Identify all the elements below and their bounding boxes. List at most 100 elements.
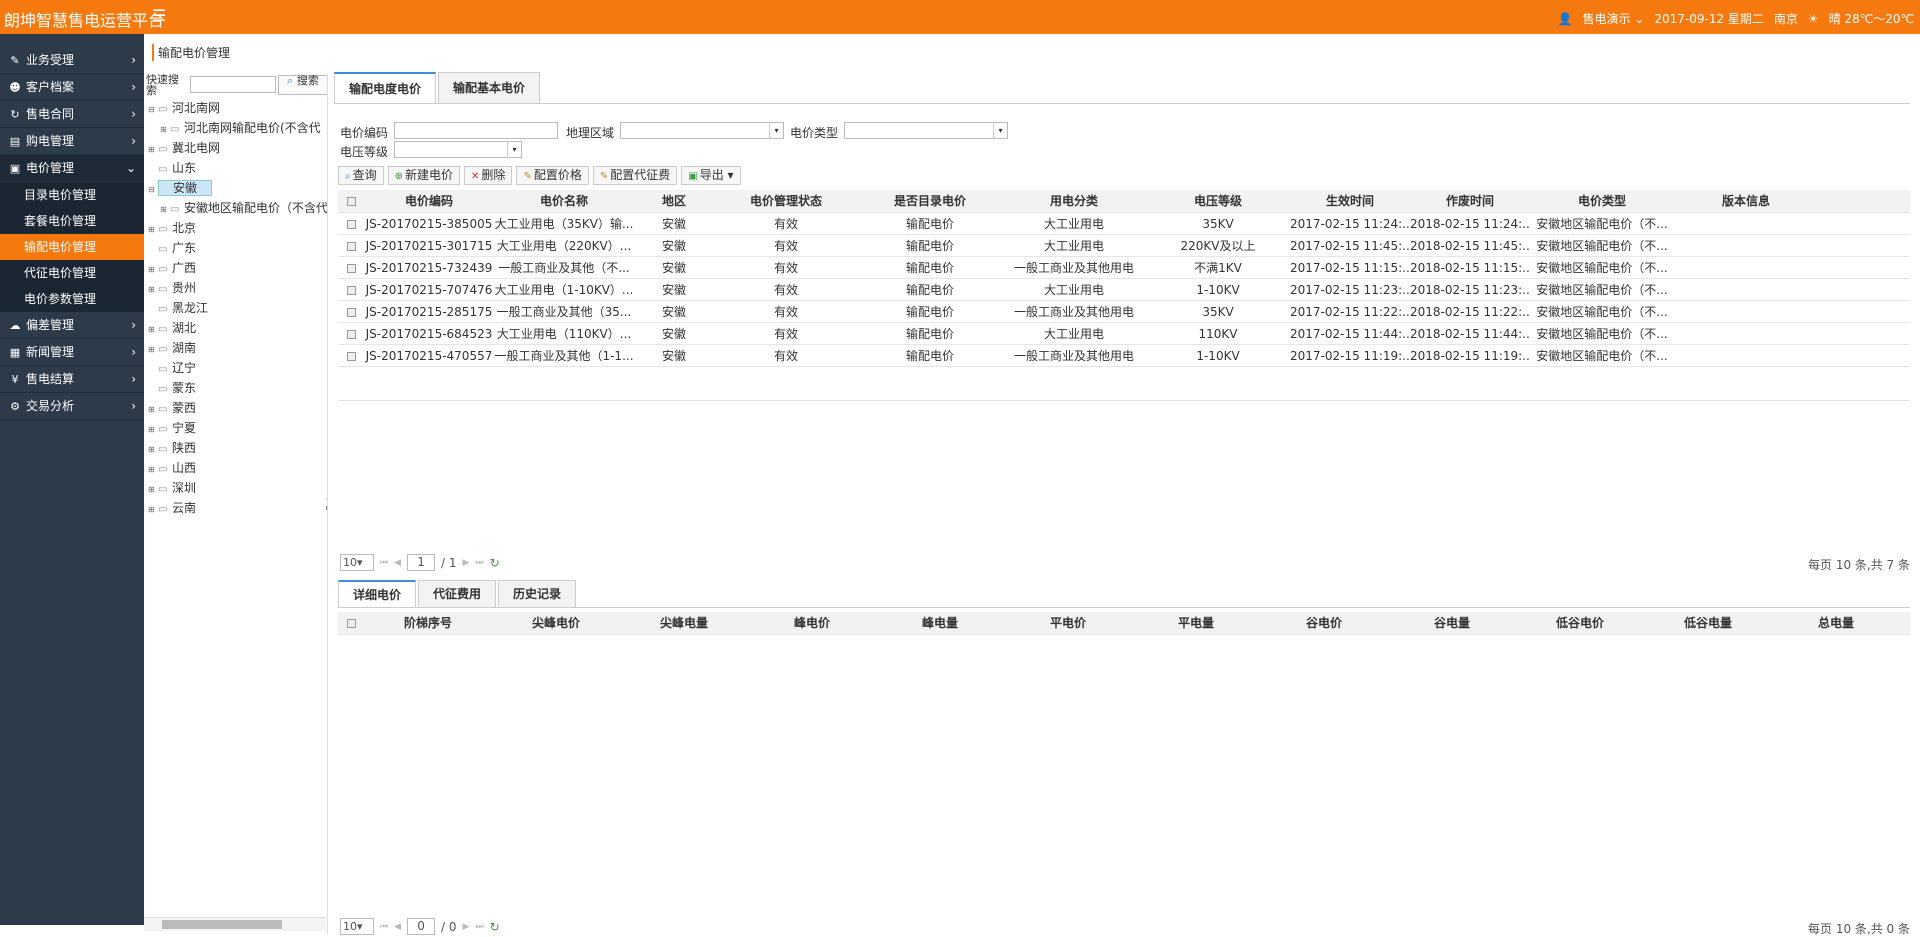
delete-button[interactable]: ✕ 删除 <box>464 166 513 185</box>
page-number-input[interactable]: 0 <box>407 918 436 935</box>
sidebar-item-analysis[interactable]: ⚙ 交易分析 › <box>0 393 144 420</box>
table-row[interactable]: JS-20170215-285175 一般工商业及其他（35... 安徽 有效 输配电价… <box>338 301 1910 323</box>
tree-node[interactable]: ⊞ ▭ 河北南网输配电价(不含代 <box>144 118 327 140</box>
sidebar-item-purchase[interactable]: ▤ 购电管理 › <box>0 128 144 155</box>
tree-node[interactable]: ⊞ ▭ 湖南 <box>144 338 327 360</box>
expand-icon[interactable]: ⊞ <box>148 340 158 360</box>
expand-icon[interactable]: ⊞ <box>148 220 158 240</box>
col-header[interactable]: 用电分类 <box>1002 190 1146 212</box>
sidebar-item-customers[interactable]: ☻ 客户档案 › <box>0 74 144 101</box>
tree-node[interactable]: ▭ 黑龙江 <box>144 298 327 318</box>
tree-node[interactable]: ⊟ ▭ 河北南网 <box>144 98 327 120</box>
export-button[interactable]: ▣ 导出 ▾ <box>681 166 741 185</box>
col-header[interactable]: 谷电价 <box>1260 612 1388 634</box>
tree-node[interactable]: ⊞ ▭ 深圳 <box>144 478 327 498</box>
first-page-icon[interactable]: ⏮ <box>380 922 388 932</box>
col-header[interactable]: 峰电价 <box>748 612 876 634</box>
select-all-checkbox[interactable] <box>346 619 356 628</box>
page-size-select[interactable]: 10▾ <box>340 554 374 571</box>
collapse-icon[interactable]: ⊟ <box>148 180 158 200</box>
voltage-level-select[interactable]: ▾ <box>394 141 522 158</box>
expand-icon[interactable]: ⊞ <box>148 320 158 340</box>
prev-page-icon[interactable]: ◀ <box>394 922 401 932</box>
col-header[interactable]: 平电量 <box>1132 612 1260 634</box>
tab-levy-fee[interactable]: 代征费用 <box>418 580 497 608</box>
tree-node[interactable]: ▭ 辽宁 <box>144 358 327 378</box>
table-row[interactable]: JS-20170215-684523 大工业用电（110KV）... 安徽 有效 输配电… <box>338 323 1910 345</box>
price-code-input[interactable] <box>394 122 558 139</box>
tree-node[interactable]: ▭ 山东 <box>144 158 327 178</box>
table-row[interactable]: JS-20170215-301715 大工业用电（220KV）... 安徽 有效 输配电… <box>338 235 1910 257</box>
tree-node-selected[interactable]: ⊟ 安徽 <box>144 178 327 200</box>
sidebar-item-business[interactable]: ✎ 业务受理 › <box>0 47 144 74</box>
expand-icon[interactable]: ⊞ <box>160 200 170 220</box>
tree-node[interactable]: ⊞ ▭ 陕西 <box>144 438 327 460</box>
tree-node[interactable]: ▭ 蒙东 <box>144 378 327 398</box>
row-checkbox[interactable] <box>346 308 356 317</box>
expand-icon[interactable]: ⊞ <box>148 460 158 480</box>
tree-node[interactable]: ⊞ ▭ 冀北电网 <box>144 138 327 160</box>
expand-icon[interactable]: ⊞ <box>160 120 170 140</box>
sidebar-item-price[interactable]: ▣ 电价管理 ⌄ <box>0 155 144 182</box>
row-checkbox[interactable] <box>346 286 356 295</box>
select-all-checkbox[interactable] <box>346 197 356 206</box>
col-header[interactable]: 平电价 <box>1004 612 1132 634</box>
col-header[interactable]: 峰电量 <box>876 612 1004 634</box>
panel-collapse-handle[interactable]: ◂▸ <box>326 494 327 534</box>
col-header[interactable]: 作废时间 <box>1410 190 1530 212</box>
tree-node[interactable]: ⊞ ▭ 广西 <box>144 258 327 278</box>
new-price-button[interactable]: ⊕ 新建电价 <box>387 166 461 185</box>
quick-search-input[interactable] <box>190 76 276 93</box>
col-header[interactable]: 版本信息 <box>1674 190 1818 212</box>
tree-node[interactable]: ⊞ ▭ 宁夏 <box>144 418 327 438</box>
next-page-icon[interactable]: ▶ <box>463 922 470 932</box>
last-page-icon[interactable]: ⏭ <box>475 922 483 932</box>
page-number-input[interactable]: 1 <box>407 554 436 571</box>
col-header[interactable]: 低谷电价 <box>1516 612 1644 634</box>
sidebar-item-contracts[interactable]: ↻ 售电合同 › <box>0 101 144 128</box>
table-row[interactable]: JS-20170215-732439 一般工商业及其他（不... 安徽 有效 输配电价 一… <box>338 257 1910 279</box>
col-header[interactable]: 阶梯序号 <box>364 612 492 634</box>
tab-history[interactable]: 历史记录 <box>498 580 577 608</box>
price-type-select[interactable]: ▾ <box>844 122 1008 139</box>
menu-toggle-icon[interactable]: ☰ <box>152 6 166 25</box>
col-header[interactable]: 尖峰电量 <box>620 612 748 634</box>
col-header[interactable]: 总电量 <box>1772 612 1900 634</box>
tree-horizontal-scrollbar[interactable] <box>144 917 326 931</box>
config-price-button[interactable]: ✎ 配置价格 <box>516 166 589 185</box>
table-row[interactable]: JS-20170215-385005 大工业用电（35KV）输... 安徽 有效 输配电… <box>338 213 1910 235</box>
tree-node[interactable]: ⊞ ▭ 安徽地区输配电价（不含代 <box>144 198 327 220</box>
col-header[interactable]: 地区 <box>634 190 714 212</box>
row-checkbox[interactable] <box>346 242 356 251</box>
quick-search-button[interactable]: ⌕ 搜索 <box>278 75 327 95</box>
tab-transmission-basic-price[interactable]: 输配基本电价 <box>438 72 541 104</box>
page-size-select[interactable]: 10▾ <box>340 918 374 935</box>
expand-icon[interactable]: ⊞ <box>148 280 158 300</box>
sidebar-sub-package-price[interactable]: 套餐电价管理 <box>0 208 144 234</box>
tree-node[interactable]: ⊞ ▭ 山西 <box>144 458 327 480</box>
row-checkbox[interactable] <box>346 330 356 339</box>
collapse-icon[interactable]: ⊟ <box>148 100 158 120</box>
row-checkbox[interactable] <box>346 264 356 273</box>
col-header[interactable]: 电压等级 <box>1146 190 1290 212</box>
refresh-icon[interactable]: ↻ <box>490 556 500 570</box>
sidebar-item-news[interactable]: ▦ 新闻管理 › <box>0 339 144 366</box>
col-header[interactable]: 尖峰电价 <box>492 612 620 634</box>
refresh-icon[interactable]: ↻ <box>490 920 500 934</box>
user-menu[interactable]: 售电演示 ⌄ <box>1582 10 1644 27</box>
row-checkbox[interactable] <box>346 352 356 361</box>
col-header[interactable]: 谷电量 <box>1388 612 1516 634</box>
tab-detail-price[interactable]: 详细电价 <box>338 580 417 608</box>
expand-icon[interactable]: ⊞ <box>148 140 158 160</box>
col-header[interactable]: 是否目录电价 <box>858 190 1002 212</box>
tree-node[interactable]: ⊞ ▭ 蒙西 <box>144 398 327 418</box>
tree-node[interactable]: ▭ 广东 <box>144 238 327 258</box>
region-select[interactable]: ▾ <box>620 122 784 139</box>
last-page-icon[interactable]: ⏭ <box>475 558 483 568</box>
row-checkbox[interactable] <box>346 220 356 229</box>
col-header[interactable]: 电价类型 <box>1530 190 1674 212</box>
table-row[interactable]: JS-20170215-470557 一般工商业及其他（1-1... 安徽 有效 输配电… <box>338 345 1910 367</box>
expand-icon[interactable]: ⊞ <box>148 440 158 460</box>
next-page-icon[interactable]: ▶ <box>463 558 470 568</box>
prev-page-icon[interactable]: ◀ <box>394 558 401 568</box>
